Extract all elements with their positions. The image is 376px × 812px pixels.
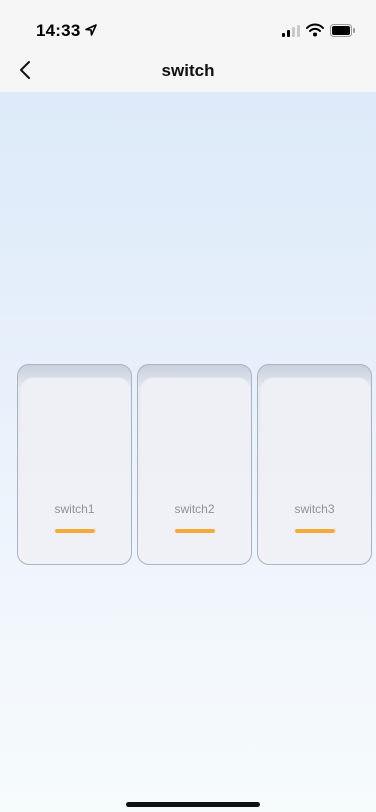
switch-status-indicator <box>54 529 95 533</box>
page-title: switch <box>161 61 215 80</box>
navigation-bar: switch <box>0 48 376 92</box>
status-time: 14:33 <box>36 21 81 40</box>
switch-button-1[interactable]: switch1 <box>17 364 132 565</box>
signal-icon <box>282 25 300 37</box>
switch-label: switch1 <box>54 502 95 516</box>
battery-icon <box>330 24 355 37</box>
switch-status-indicator <box>294 529 335 533</box>
switch-status-indicator <box>174 529 215 533</box>
switch-label: switch3 <box>294 502 335 516</box>
switch-label: switch2 <box>174 502 215 516</box>
location-icon <box>85 24 97 36</box>
switch-face <box>141 377 250 563</box>
switch-content-area: switch1 switch2 switch3 <box>0 92 376 812</box>
switch-face <box>261 377 370 563</box>
home-indicator[interactable] <box>126 802 260 807</box>
switch-face <box>21 377 130 563</box>
wifi-icon <box>306 23 324 37</box>
switch-button-3[interactable]: switch3 <box>257 364 372 565</box>
switch-button-2[interactable]: switch2 <box>137 364 252 565</box>
status-bar: 14:33 <box>0 0 376 48</box>
